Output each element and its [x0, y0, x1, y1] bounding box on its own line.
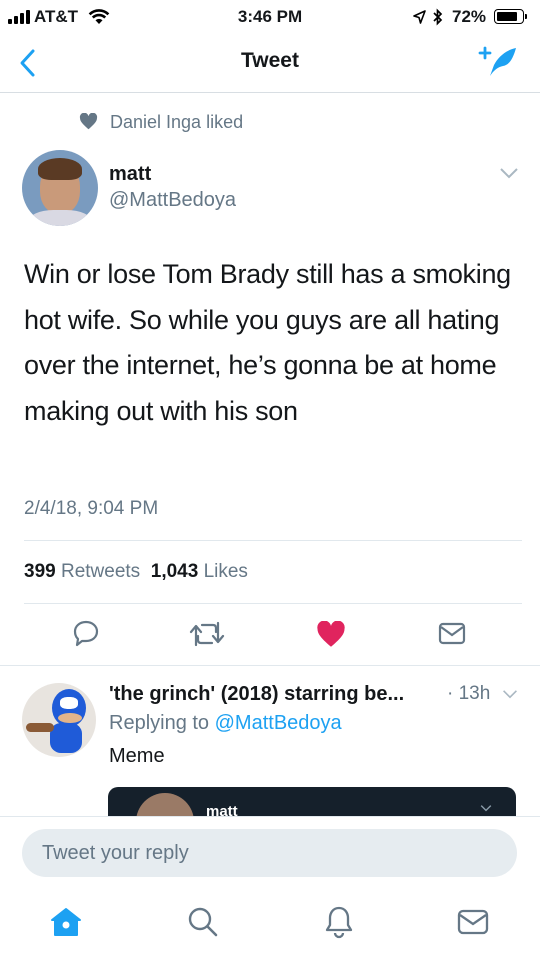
reply-icon[interactable] — [72, 619, 100, 647]
tweet-timestamp: 2/4/18, 9:04 PM — [24, 498, 159, 519]
battery-level — [496, 11, 517, 21]
reply-text: Meme — [109, 745, 165, 767]
reply-input-placeholder: Tweet your reply — [42, 842, 189, 864]
replying-to: Replying to @MattBedoya — [109, 712, 342, 734]
bluetooth-icon — [433, 8, 443, 26]
avatar-character-body — [50, 723, 82, 753]
liked-by-label[interactable]: Daniel Inga liked — [110, 112, 243, 133]
avatar-character-muzzle — [58, 713, 82, 723]
heart-liked-icon — [79, 113, 98, 130]
battery-percent: 72% — [452, 7, 487, 26]
battery-cap — [525, 14, 527, 19]
location-icon — [413, 10, 426, 24]
divider — [0, 665, 540, 666]
retweet-icon[interactable] — [188, 620, 226, 648]
avatar-hair — [38, 158, 82, 180]
tweet-text: Win or lose Tom Brady still has a smokin… — [24, 259, 511, 426]
avatar-shirt — [28, 210, 92, 226]
likes-stat[interactable]: 1,043 Likes — [151, 561, 248, 582]
reply-avatar[interactable] — [22, 683, 96, 757]
avatar[interactable] — [22, 150, 98, 226]
compose-tweet-icon[interactable] — [478, 45, 520, 79]
author-name[interactable]: matt — [109, 163, 151, 186]
home-icon[interactable] — [50, 907, 82, 937]
tweet-menu-chevron-icon[interactable] — [499, 167, 519, 179]
like-heart-icon[interactable] — [316, 621, 346, 648]
status-bar: AT&T 3:46 PM 72% — [0, 0, 540, 36]
author-handle[interactable]: @MattBedoya — [109, 189, 236, 212]
page-title: Tweet — [241, 49, 299, 72]
notifications-bell-icon[interactable] — [324, 905, 354, 939]
retweets-stat[interactable]: 399 Retweets — [24, 561, 140, 582]
battery-icon — [494, 9, 524, 24]
direct-message-icon[interactable] — [438, 622, 466, 646]
replying-to-handle[interactable]: @MattBedoya — [215, 712, 342, 734]
messages-icon[interactable] — [457, 909, 489, 935]
divider — [24, 603, 522, 604]
reply-time: · 13h — [447, 683, 491, 704]
nav-bar: Tweet — [0, 36, 540, 93]
reply-input[interactable]: Tweet your reply — [22, 829, 517, 877]
reply-author-name[interactable]: 'the grinch' (2018) starring be... — [109, 683, 404, 706]
divider — [24, 540, 522, 541]
quoted-chevron-icon — [480, 805, 492, 812]
search-icon[interactable] — [187, 906, 219, 938]
avatar-character-arm — [26, 723, 54, 732]
avatar-character-eyes — [60, 697, 78, 709]
tweet-stats: 399 Retweets 1,043 Likes — [24, 561, 248, 583]
reply-menu-chevron-icon[interactable] — [502, 689, 518, 699]
